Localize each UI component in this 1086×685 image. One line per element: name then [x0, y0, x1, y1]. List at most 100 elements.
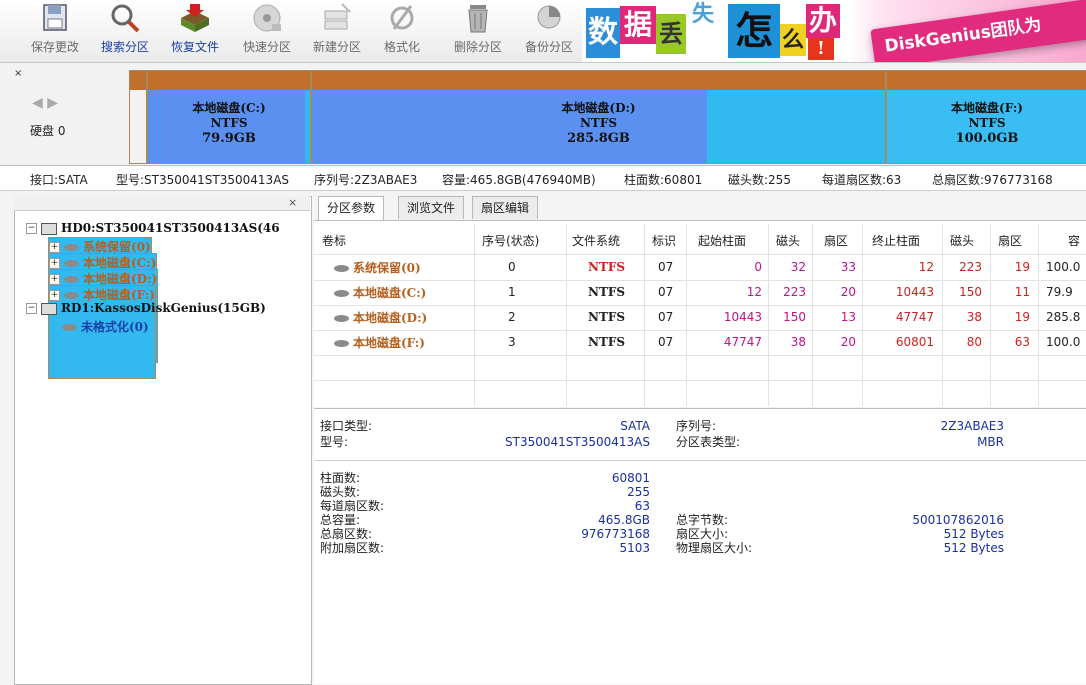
expand-icon[interactable]: + — [49, 274, 60, 285]
cell-capacity: 100.0 — [1046, 335, 1081, 349]
search-partition-label: 搜索分区 — [100, 40, 149, 54]
collapse-icon[interactable]: − — [26, 303, 37, 314]
tree-item-label: 本地磁盘(D:) — [83, 272, 158, 286]
interface-type-value: SATA — [620, 419, 650, 433]
tab-sector-edit[interactable]: 扇区编辑 — [472, 196, 539, 219]
partition-icon — [334, 290, 349, 297]
cell-fs: NTFS — [588, 310, 626, 324]
total-capacity-value: 465.8GB — [598, 513, 650, 527]
banner-char: 怎 — [728, 4, 780, 58]
sectors-per-track-value: 63 — [634, 499, 650, 513]
interface-type-label: 接口类型: — [320, 419, 373, 433]
nav-arrows-icon: ◀ ▶ — [32, 95, 58, 111]
expand-icon[interactable]: + — [49, 258, 60, 269]
search-partition-button[interactable]: 搜索分区 — [93, 0, 157, 60]
physical-sector-size-label: 物理扇区大小: — [676, 541, 753, 555]
partition-icon — [64, 292, 79, 299]
col-header[interactable]: 磁头 — [950, 232, 974, 249]
partition-system-reserved[interactable] — [129, 70, 147, 164]
partition-icon — [334, 315, 349, 322]
total-sectors-value: 976773168 — [581, 527, 650, 541]
col-header[interactable]: 标识 — [652, 232, 676, 249]
tree-item-unformatted[interactable]: 未格式化(0) — [62, 318, 149, 335]
col-header[interactable]: 起始柱面 — [698, 232, 746, 249]
new-partition-icon — [324, 3, 351, 30]
cell-end-cyl: 12 — [918, 260, 934, 274]
tab-browse-files[interactable]: 浏览文件 — [398, 196, 465, 219]
col-header[interactable]: 序号(状态) — [482, 232, 539, 249]
total-capacity-label: 总容量: — [320, 513, 361, 527]
table-row-2[interactable]: 本地磁盘(D:) — [334, 309, 427, 326]
banner-char: 失 — [686, 0, 720, 28]
cell-start-sector: 33 — [840, 260, 856, 274]
partition-icon — [334, 340, 349, 347]
delete-partition-label: 删除分区 — [453, 40, 502, 54]
table-row-0[interactable]: 系统保留(0) — [334, 259, 421, 276]
table-row-1[interactable]: 本地磁盘(C:) — [334, 284, 426, 301]
col-header[interactable]: 扇区 — [998, 232, 1022, 249]
backup-icon — [537, 5, 561, 29]
serial-value: 2Z3ABAE3 — [940, 419, 1004, 433]
quick-partition-button[interactable]: 快速分区 — [233, 0, 301, 60]
partition-table-type-value: MBR — [977, 435, 1004, 449]
trash-icon — [468, 5, 488, 33]
cell-volume: 本地磁盘(C:) — [353, 286, 427, 300]
serial-info: 序列号:2Z3ABAE3 — [314, 173, 418, 187]
details-divider — [314, 460, 1086, 461]
new-partition-button[interactable]: 新建分区 — [304, 0, 370, 60]
table-row-3[interactable]: 本地磁盘(F:) — [334, 334, 425, 351]
partition-f[interactable]: 本地磁盘(F:) NTFS 100.0GB — [886, 70, 1086, 164]
col-header[interactable]: 容 — [1068, 232, 1080, 249]
close-icon[interactable]: × — [288, 196, 297, 209]
cell-index: 3 — [508, 335, 516, 349]
cell-end-cyl: 47747 — [895, 310, 934, 324]
cell-end-head: 80 — [966, 335, 982, 349]
diskgenius-logo: DiskGenius团队为 — [870, 0, 1086, 62]
cell-end-head: 223 — [959, 260, 982, 274]
model-info: 型号:ST350041ST3500413AS — [116, 173, 290, 187]
disk-nav-arrows[interactable]: ◀ ▶ — [32, 95, 58, 111]
col-header[interactable]: 卷标 — [322, 232, 346, 249]
cell-end-head: 150 — [959, 285, 982, 299]
expand-icon[interactable]: + — [49, 242, 60, 253]
heads-info: 磁头数:255 — [728, 173, 791, 187]
cell-fs: NTFS — [588, 285, 626, 299]
promo-banner[interactable]: 数 据 丢 失 怎 么 办 ! DiskGenius团队为 — [582, 0, 1086, 62]
model-value: ST350041ST3500413AS — [505, 435, 650, 449]
close-icon[interactable]: × — [14, 68, 22, 79]
col-header[interactable]: 终止柱面 — [872, 232, 920, 249]
cell-id: 07 — [658, 260, 674, 274]
tab-partition-params[interactable]: 分区参数 — [318, 196, 385, 221]
col-header[interactable]: 磁头 — [776, 232, 800, 249]
tree-item-hd0[interactable]: − HD0:ST350041ST3500413AS(46 — [26, 221, 280, 235]
expand-icon[interactable]: + — [49, 290, 60, 301]
tree-item-rd1[interactable]: − RD1:KassosDiskGenius(15GB) — [26, 301, 266, 315]
partition-c[interactable]: 本地磁盘(C:) NTFS 79.9GB — [147, 70, 311, 164]
hard-disk-icon — [41, 302, 57, 315]
banner-char: 么 — [780, 24, 806, 56]
cell-start-sector: 13 — [840, 310, 856, 324]
partition-table-type-label: 分区表类型: — [676, 435, 741, 449]
col-header[interactable]: 文件系统 — [572, 232, 620, 249]
cell-start-sector: 20 — [840, 335, 856, 349]
col-header[interactable]: 扇区 — [824, 232, 848, 249]
partition-d[interactable]: 本地磁盘(D:) NTFS 285.8GB — [311, 70, 886, 164]
partition-name: 本地磁盘(C:) — [192, 101, 266, 115]
delete-partition-button[interactable]: 删除分区 — [444, 0, 512, 60]
partition-size: 79.9GB — [202, 131, 256, 146]
tree-item-label: 未格式化(0) — [81, 320, 149, 334]
format-label: 格式化 — [383, 40, 420, 54]
cylinders-value: 60801 — [611, 471, 650, 485]
recover-files-button[interactable]: 恢复文件 — [162, 0, 228, 60]
serial-label: 序列号: — [676, 419, 717, 433]
cell-index: 2 — [508, 310, 516, 324]
collapse-icon[interactable]: − — [26, 223, 37, 234]
save-changes-button[interactable]: 保存更改 — [22, 0, 88, 60]
cell-fs: NTFS — [588, 260, 626, 274]
search-icon — [111, 4, 140, 33]
new-partition-label: 新建分区 — [312, 40, 361, 54]
backup-partition-button[interactable]: 备份分区 — [515, 0, 583, 60]
cell-end-sector: 63 — [1014, 335, 1030, 349]
format-button[interactable]: 格式化 — [376, 0, 428, 60]
partition-name: 本地磁盘(D:) — [561, 101, 636, 115]
